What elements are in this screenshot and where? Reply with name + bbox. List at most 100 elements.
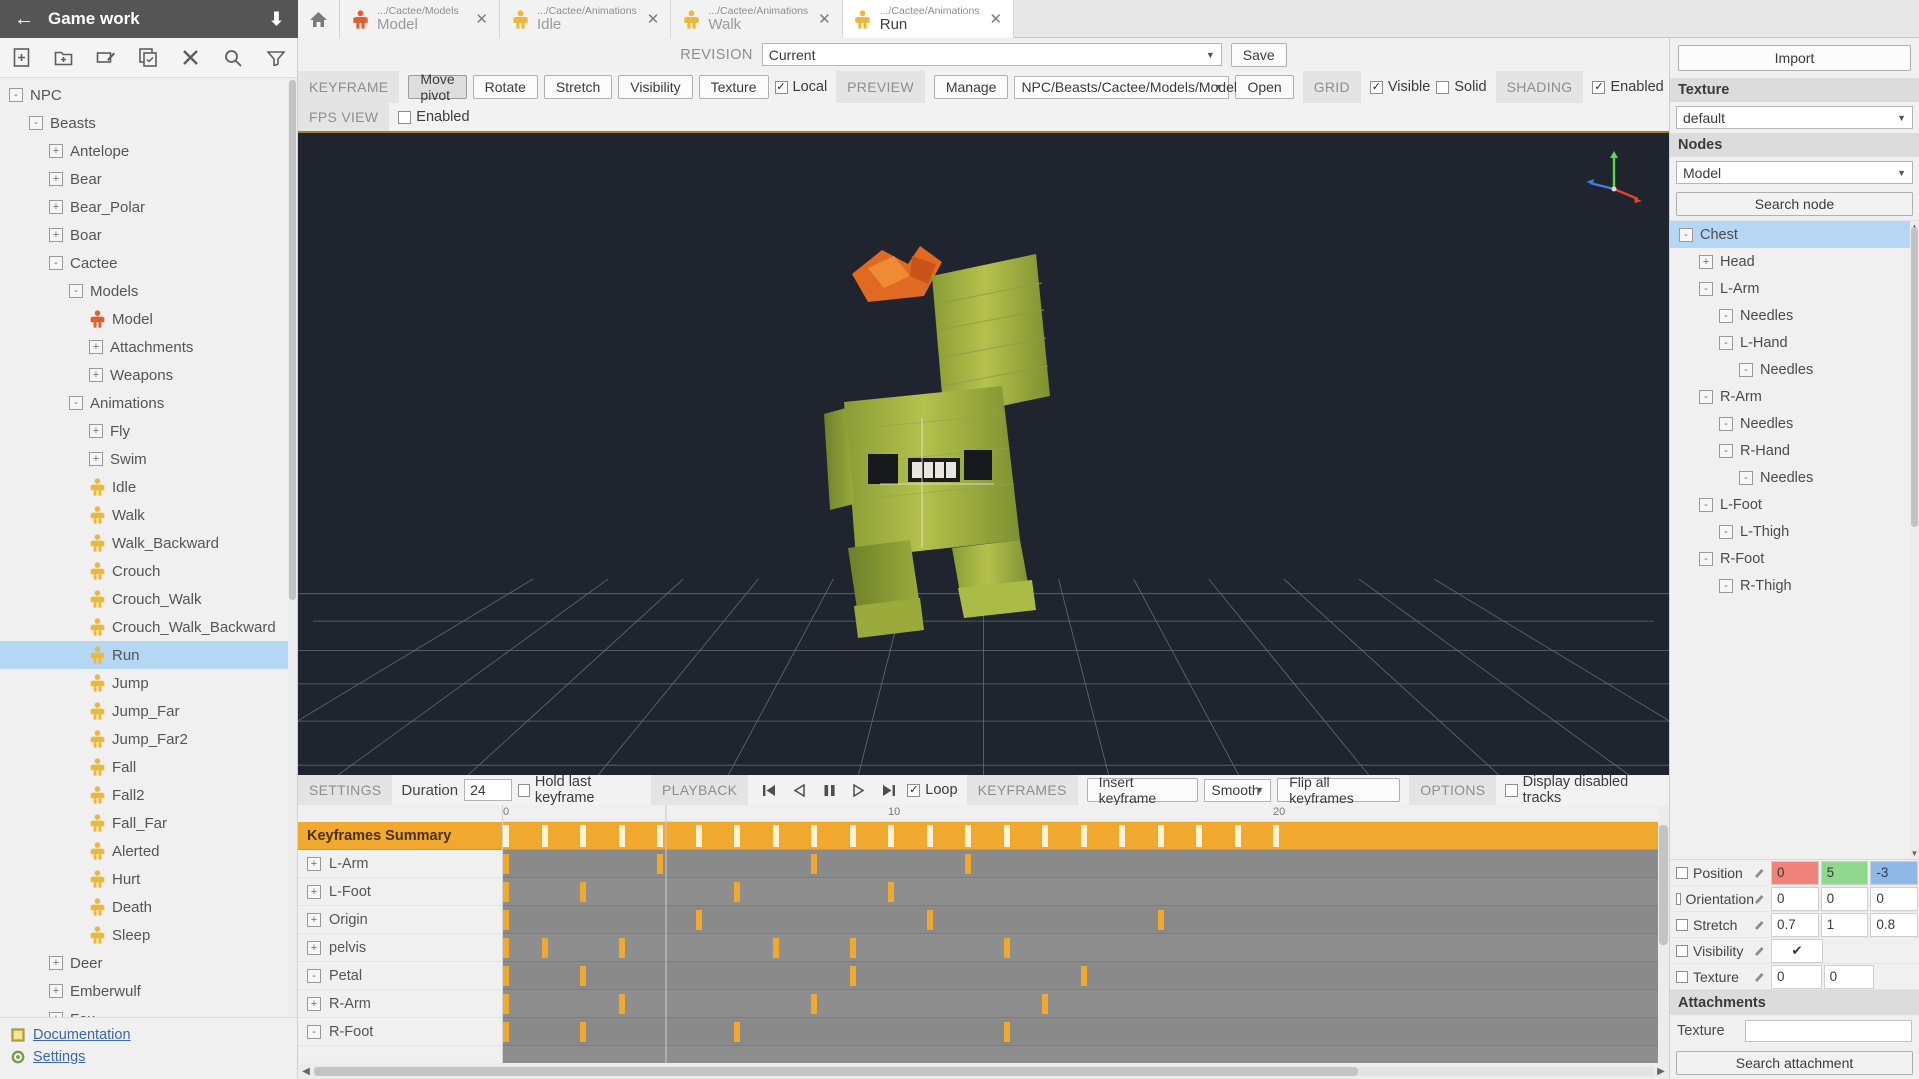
keyframe-marker[interactable] [811,994,817,1014]
step-back-icon[interactable] [787,778,811,802]
collapse-toggle-icon[interactable]: - [29,116,43,130]
rename-icon[interactable] [85,38,127,78]
scrollbar-track[interactable] [314,1066,1653,1076]
track-lane[interactable] [503,906,1658,934]
search-node-button[interactable]: Search node [1676,192,1913,216]
track-name-origin[interactable]: + Origin [298,906,502,934]
viewport-3d[interactable] [298,131,1669,775]
keyframe-marker[interactable] [1234,825,1241,847]
keyframe-marker[interactable] [965,854,971,874]
expand-toggle-icon[interactable]: + [307,996,321,1011]
nodes-select[interactable]: Model ▼ [1676,161,1913,184]
keyframe-marker[interactable] [503,910,509,930]
node-item-l-foot[interactable]: - L-Foot [1670,491,1919,518]
keyframe-marker[interactable] [1196,825,1202,847]
editor-tab-run[interactable]: .../Cactee/Animations Run ✕ [842,0,1015,38]
node-tree[interactable]: - Chest + Head - L-Arm - Needles - L-Hand - Needles… [1670,220,1919,859]
property-value-cell[interactable]: 0 [1823,964,1875,989]
property-edit-icon[interactable] [1754,867,1770,878]
tree-item-model[interactable]: Model [0,305,297,333]
tree-item-emberwulf[interactable]: + Emberwulf [0,977,297,1005]
node-item-needles[interactable]: - Needles [1670,356,1919,383]
home-tab[interactable] [298,0,340,38]
tree-item-deer[interactable]: + Deer [0,949,297,977]
keyframe-marker[interactable] [657,854,663,874]
track-lane[interactable] [503,962,1658,990]
keyframe-marker[interactable] [580,882,586,902]
keyframe-marker[interactable] [734,1022,740,1042]
property-value-cell[interactable]: 0 [1820,886,1869,911]
keyframe-marker[interactable] [618,994,625,1014]
property-name-cell[interactable]: Visibility [1670,943,1754,959]
track-name-column[interactable]: Keyframes Summary + L-Arm + L-Foot + Origin + pe… [298,805,503,1063]
playhead[interactable] [664,805,667,1063]
tree-item-jump-far[interactable]: Jump_Far [0,697,297,725]
track-lane-area[interactable]: 01020 POWERFUL TOOLS [503,805,1658,1063]
scroll-down-icon[interactable]: ▼ [1910,849,1919,858]
keyframe-marker[interactable] [926,825,933,847]
expand-toggle-icon[interactable]: + [1699,254,1713,269]
skip-start-icon[interactable] [757,778,781,802]
tree-item-death[interactable]: Death [0,893,297,921]
delete-icon[interactable] [170,38,212,78]
expand-toggle-icon[interactable]: + [89,424,103,438]
preview-model-select[interactable]: NPC/Beasts/Cactee/Models/Model ▼ [1014,75,1237,99]
expand-toggle-icon[interactable]: + [49,228,63,242]
keyframe-marker[interactable] [657,825,663,847]
collapse-toggle-icon[interactable]: - [69,284,83,298]
tree-item-attachments[interactable]: + Attachments [0,333,297,361]
keyframe-marker[interactable] [1273,825,1279,847]
timeline-horizontal-scrollbar[interactable]: ◀ ▶ [298,1063,1669,1079]
duration-input[interactable]: 24 [464,779,513,801]
keyframe-marker[interactable] [618,825,625,847]
editor-tab-model[interactable]: .../Cactee/Models Model ✕ [340,0,500,38]
property-name-cell[interactable]: Position [1670,865,1754,881]
scrollbar-thumb[interactable] [1659,825,1668,945]
loop-checkbox[interactable]: ✓ Loop [907,782,958,798]
keyframe-marker[interactable] [1080,825,1087,847]
pause-icon[interactable] [817,778,841,802]
keyframe-marker[interactable] [772,825,779,847]
axis-gizmo[interactable] [1584,147,1644,207]
keyframe-marker[interactable] [811,854,817,874]
keyframe-marker[interactable] [1003,1022,1010,1042]
step-forward-icon[interactable] [847,778,871,802]
texture-button[interactable]: Texture [698,75,769,99]
tree-item-jump-far2[interactable]: Jump_Far2 [0,725,297,753]
expand-toggle-icon[interactable]: + [49,1012,63,1017]
keyframe-marker[interactable] [849,966,856,986]
keyframe-marker[interactable] [695,910,702,930]
checkbox-box[interactable] [1676,892,1681,905]
node-item-l-thigh[interactable]: - L-Thigh [1670,518,1919,545]
node-item-r-hand[interactable]: - R-Hand [1670,437,1919,464]
collapse-toggle-icon[interactable]: - [1719,308,1733,323]
grid-solid-checkbox[interactable]: Solid [1436,79,1487,95]
track-lane[interactable] [503,990,1658,1018]
left-panel-scrollbar[interactable] [288,78,297,1017]
close-icon[interactable]: ✕ [644,10,663,28]
keyframe-marker[interactable] [811,825,817,847]
texture-select[interactable]: default ▼ [1676,106,1913,129]
insert-keyframe-button[interactable]: Insert keyframe [1086,774,1199,806]
tree-item-jump[interactable]: Jump [0,669,297,697]
tree-item-fall-far[interactable]: Fall_Far [0,809,297,837]
keyframe-marker[interactable] [580,1022,586,1042]
node-item-r-arm[interactable]: - R-Arm [1670,383,1919,410]
revision-select[interactable]: Current ▼ [761,43,1222,66]
keyframe-marker[interactable] [849,938,856,958]
local-checkbox[interactable]: ✓ Local [774,79,827,95]
property-value-cell[interactable]: ✔ [1771,938,1823,963]
timeline-ruler[interactable]: 0 10 20 [503,805,1658,822]
scrollbar-thumb[interactable] [1911,227,1918,527]
property-value-cell[interactable]: 0 [1771,964,1822,989]
track-name-pelvis[interactable]: + pelvis [298,934,502,962]
settings-link[interactable]: Settings [10,1046,287,1068]
tree-item-crouch[interactable]: Crouch [0,557,297,585]
node-item-r-thigh[interactable]: - R-Thigh [1670,572,1919,599]
keyframe-marker[interactable] [772,938,779,958]
collapse-toggle-icon[interactable]: - [1699,497,1713,512]
search-attachment-button[interactable]: Search attachment [1676,1051,1913,1075]
keyframe-marker[interactable] [503,1022,509,1042]
property-value-cell[interactable]: -3 [1870,860,1919,885]
tree-item-antelope[interactable]: + Antelope [0,137,297,165]
